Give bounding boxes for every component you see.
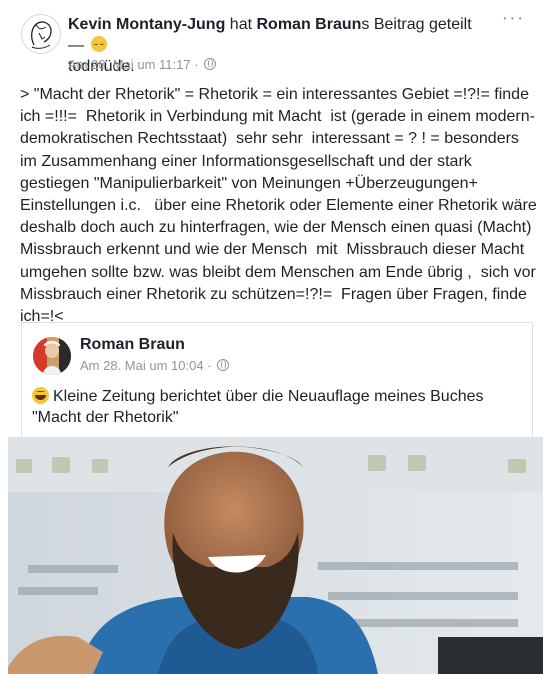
shared-post-card: Kevin Montany-Jung hat Roman Brauns Beit… — [0, 0, 543, 674]
share-action-text: hat — [225, 16, 257, 33]
post-body-line: deshalb doch auch zu hinterfragen, wie d… — [20, 219, 532, 237]
sleepy-face-emoji-icon — [91, 36, 108, 52]
shared-post-meta: Am 28. Mai um 10:04 · — [80, 358, 230, 373]
post-body-line: Missbrauch einer Rhetorik zu schützen=!?… — [20, 285, 527, 303]
laughing-face-emoji-icon — [32, 387, 49, 404]
shared-author-avatar[interactable] — [33, 337, 71, 375]
author-avatar[interactable] — [21, 14, 61, 54]
post-body-line: > "Macht der Rhetorik" = Rhetorik = ein … — [20, 86, 529, 103]
original-author-link[interactable]: Roman Braun — [256, 16, 361, 33]
sketch-portrait-icon — [31, 21, 52, 49]
meta-separator: · — [207, 358, 212, 373]
post-body-line: im Zusammenhang einer Informationsgesell… — [20, 152, 472, 170]
post-meta: Am 28. Mai um 11:17 · — [68, 57, 217, 72]
post-header: Kevin Montany-Jung hat Roman Brauns Beit… — [0, 0, 543, 80]
laughing-bearded-man-photo — [8, 437, 543, 674]
meta-separator: · — [194, 57, 199, 72]
shared-post-timestamp[interactable]: Am 28. Mai um 10:04 — [80, 358, 204, 373]
more-options-button[interactable]: ··· — [501, 8, 525, 32]
post-timestamp[interactable]: Am 28. Mai um 11:17 — [68, 57, 191, 72]
portrait-photo-icon — [33, 337, 71, 375]
post-body-line: ich =!!!= Rhetorik in Verbindung mit Mac… — [20, 108, 535, 126]
shared-post-text: Kleine Zeitung berichtet über die Neuauf… — [32, 386, 522, 428]
author-name-link[interactable]: Kevin Montany-Jung — [68, 16, 225, 33]
shared-author-name[interactable]: Roman Braun — [80, 336, 185, 354]
post-body-line: gestiegen "Manipulierbarkeit" von Meinun… — [20, 174, 478, 192]
post-body-line: Missbrauch erkennt und wie der Mensch mi… — [20, 241, 525, 259]
post-body-line: Einstellungen i.c. über eine Rhetorik od… — [20, 197, 537, 215]
post-body-line: umgehen sollte bzw. was bleibt dem Mensc… — [20, 263, 536, 281]
post-body: > "Macht der Rhetorik" = Rhetorik = ein … — [20, 84, 537, 328]
shared-text-line-content: Kleine Zeitung berichtet über die Neuauf… — [53, 388, 484, 405]
globe-icon — [204, 58, 217, 70]
post-body-line: demokratischen Rechtsstaat) sehr sehr in… — [20, 130, 519, 148]
globe-icon — [217, 359, 230, 371]
shared-text-line: Kleine Zeitung berichtet über die Neuauf… — [32, 386, 522, 407]
shared-text-line: "Macht der Rhetorik" — [32, 409, 179, 426]
shared-post-photo[interactable] — [8, 437, 543, 674]
